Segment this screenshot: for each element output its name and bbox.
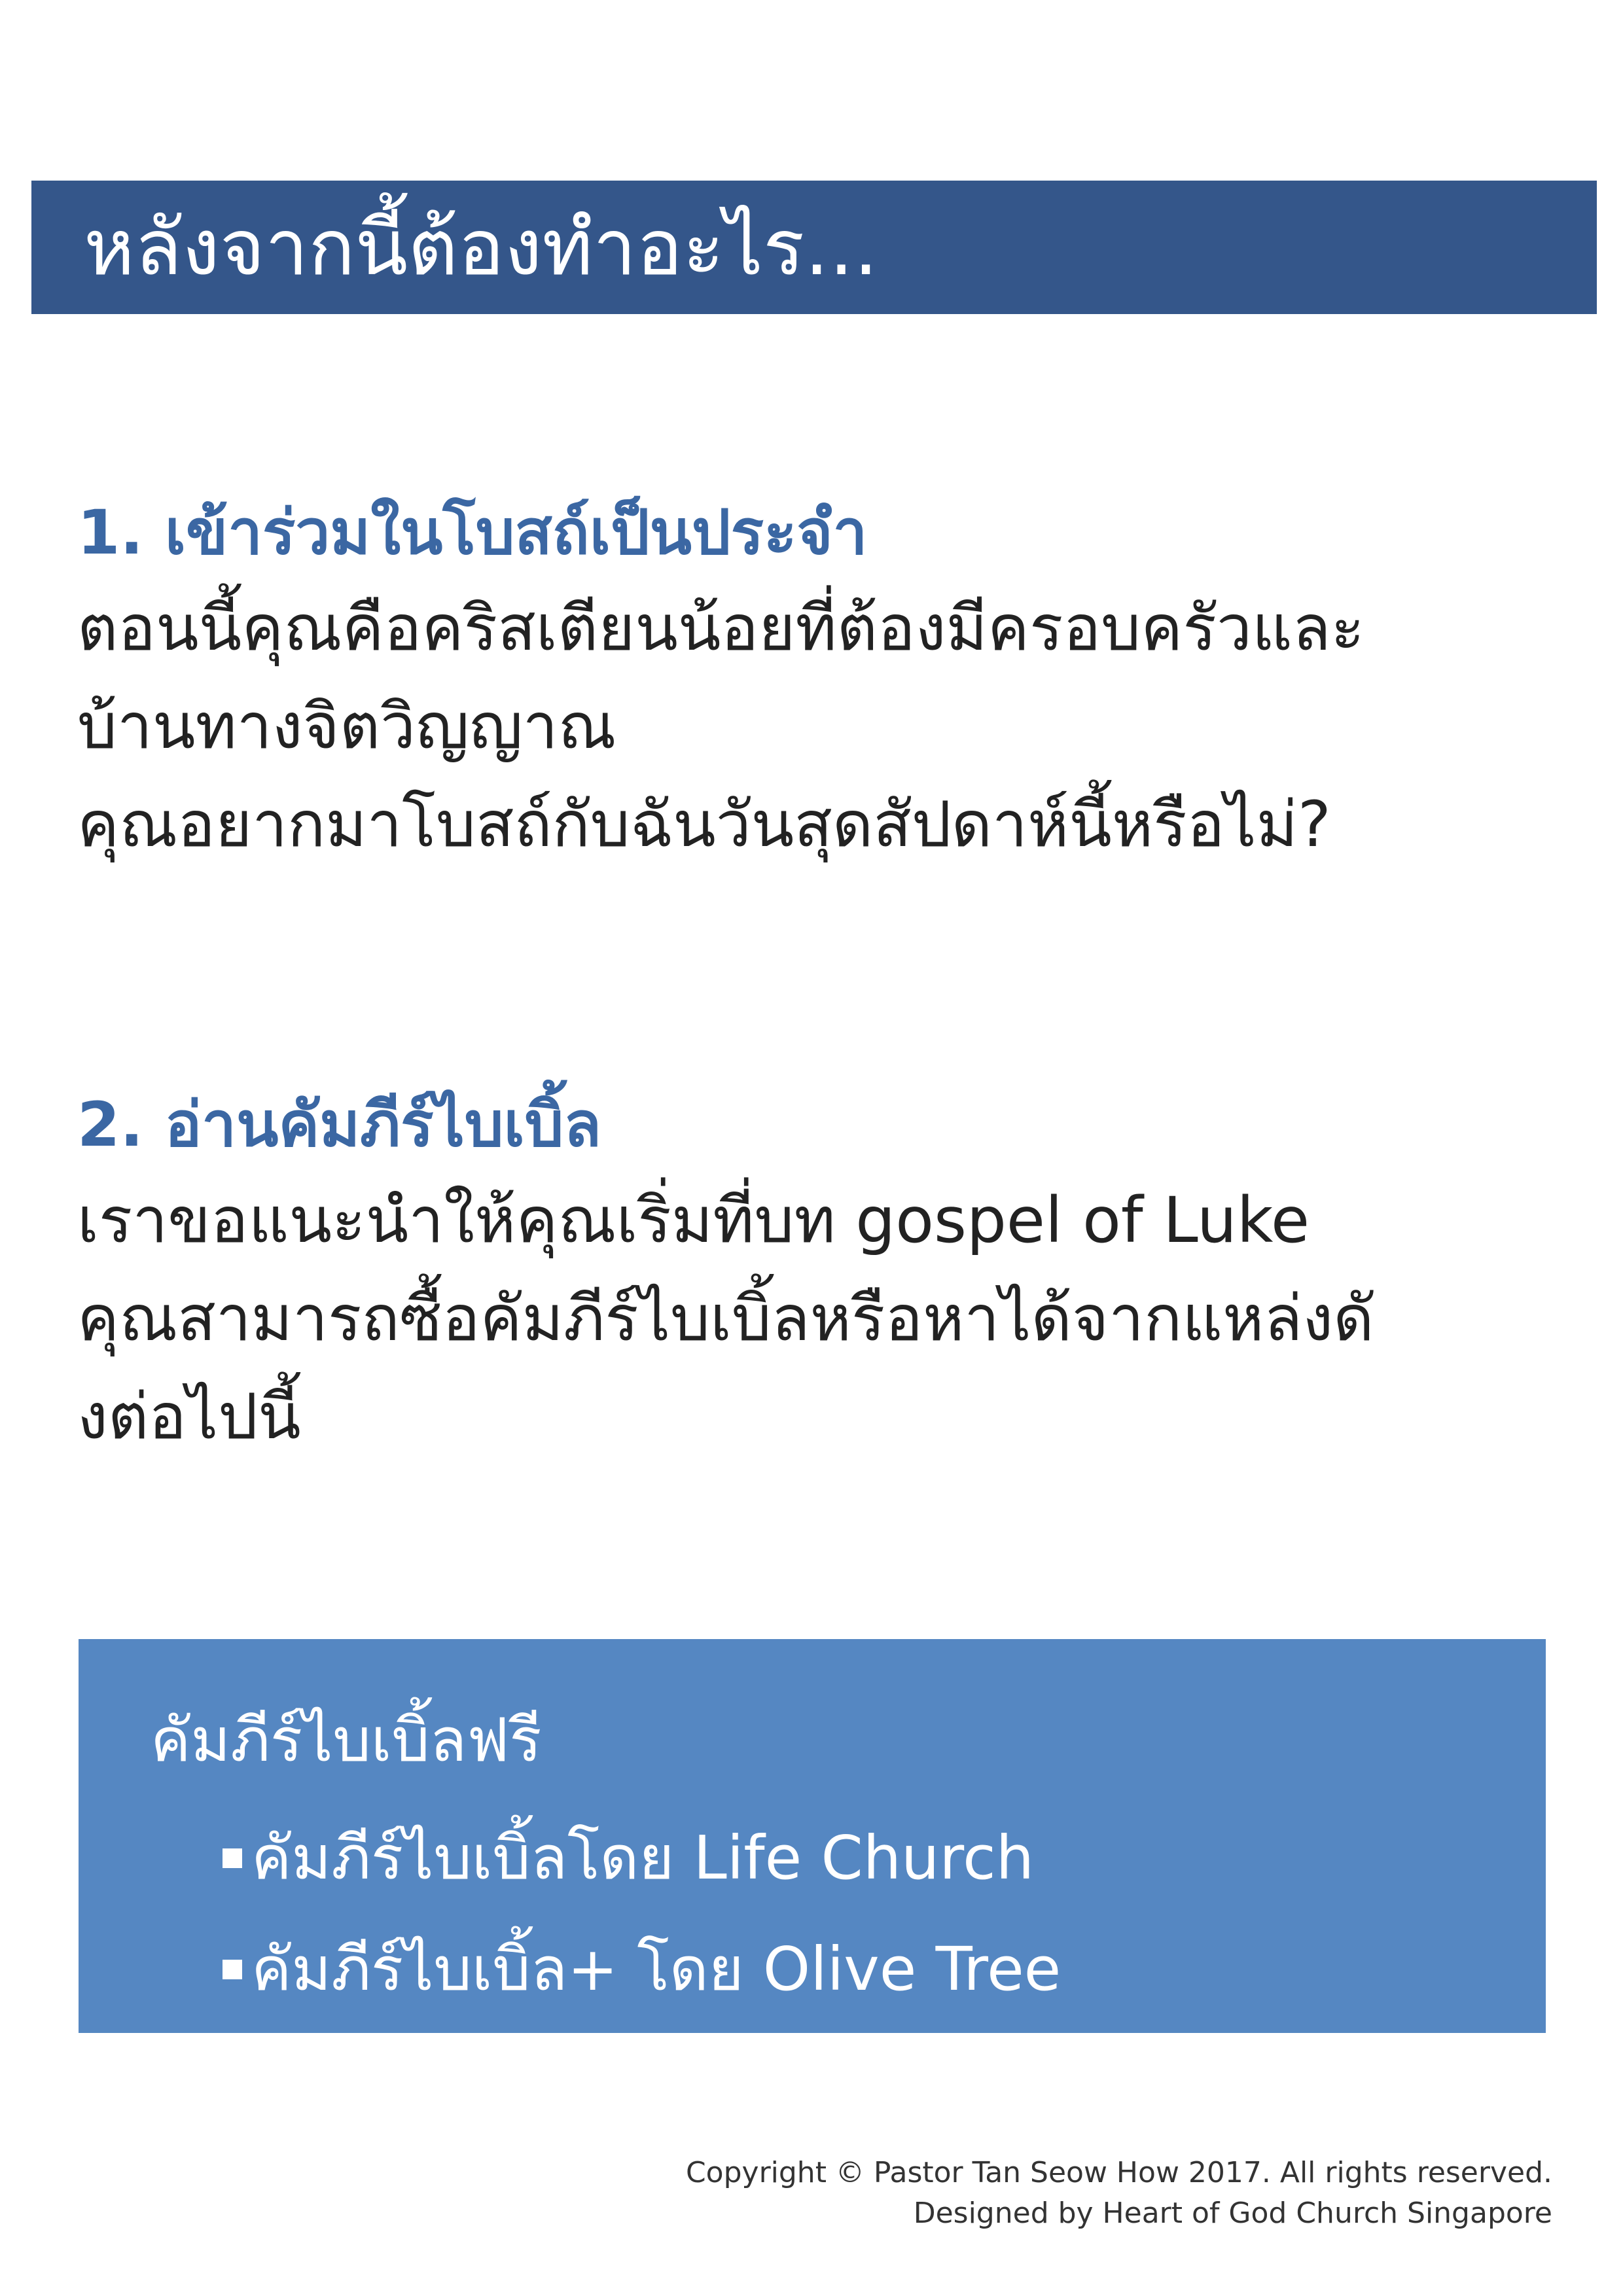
square-bullet-icon bbox=[223, 1960, 242, 1979]
square-bullet-icon bbox=[223, 1848, 242, 1868]
copyright-text: Copyright © Pastor Tan Seow How 2017. Al… bbox=[685, 2156, 1552, 2189]
section-attend-church: 1. เข้าร่วมในโบสถ์เป็นประจำ ตอนนี้คุณคือ… bbox=[77, 487, 1569, 874]
body-line: คุณสามารถซื้อคัมภีร์ไบเบิ้ลหรือหาได้จากแ… bbox=[77, 1282, 1374, 1355]
footer: Copyright © Pastor Tan Seow How 2017. Al… bbox=[686, 2153, 1552, 2234]
section-body: ตอนนี้คุณคือคริสเตียนน้อยที่ต้องมีครอบคร… bbox=[77, 579, 1569, 874]
body-line: ตอนนี้คุณคือคริสเตียนน้อยที่ต้องมีครอบคร… bbox=[77, 592, 1365, 665]
resource-list: คัมภีร์ไบเบิ้ลโดย Life Church คัมภีร์ไบเ… bbox=[151, 1803, 1546, 2025]
section-heading: 1. เข้าร่วมในโบสถ์เป็นประจำ bbox=[77, 497, 868, 569]
section-body: เราขอแนะนำให้คุณเริ่มที่บท gospel of Luk… bbox=[77, 1171, 1569, 1466]
resource-item-olive-tree: คัมภีร์ไบเบิ้ล+ โดย Olive Tree bbox=[223, 1914, 1546, 2025]
section-heading: 2. อ่านคัมภีร์ไบเบิ้ล bbox=[77, 1089, 601, 1161]
section-read-bible: 2. อ่านคัมภีร์ไบเบิ้ล เราขอแนะนำให้คุณเร… bbox=[77, 1080, 1569, 1466]
body-line: บ้านทางจิตวิญญาณ bbox=[77, 690, 616, 763]
body-line: คุณอยากมาโบสถ์กับฉันวันสุดสัปดาห์นี้หรือ… bbox=[77, 788, 1331, 861]
page-title: หลังจากนี้ต้องทำอะไร... bbox=[84, 202, 878, 292]
header-banner: หลังจากนี้ต้องทำอะไร... bbox=[31, 181, 1597, 314]
body-line: งต่อไปนี้ bbox=[77, 1380, 301, 1453]
designer-credit: Designed by Heart of God Church Singapor… bbox=[913, 2197, 1552, 2230]
body-line: เราขอแนะนำให้คุณเริ่มที่บท gospel of Luk… bbox=[77, 1184, 1310, 1257]
resource-label: คัมภีร์ไบเบิ้ลโดย Life Church bbox=[251, 1823, 1035, 1893]
free-bible-box: คัมภีร์ไบเบิ้ลฟรี คัมภีร์ไบเบิ้ลโดย Life… bbox=[79, 1639, 1546, 2033]
resource-item-life-church: คัมภีร์ไบเบิ้ลโดย Life Church bbox=[223, 1803, 1546, 1914]
resource-title: คัมภีร์ไบเบิ้ลฟรี bbox=[151, 1705, 542, 1775]
resource-label: คัมภีร์ไบเบิ้ล+ โดย Olive Tree bbox=[251, 1934, 1061, 2004]
